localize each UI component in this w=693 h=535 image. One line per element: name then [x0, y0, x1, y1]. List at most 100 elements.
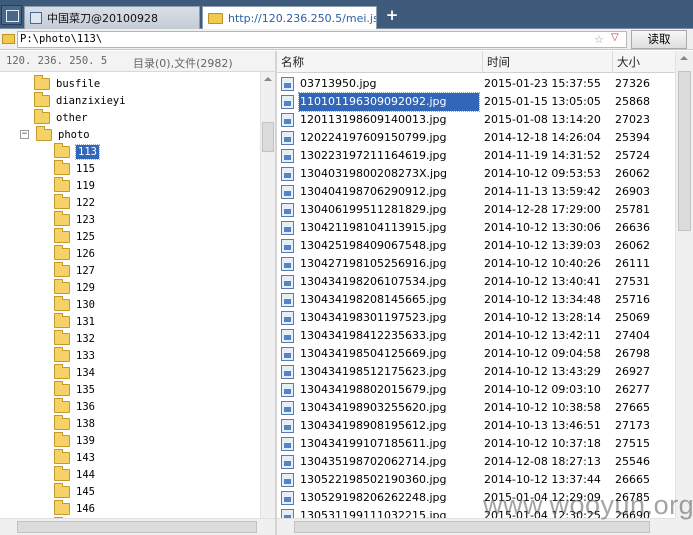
- tree-horizontal-scrollbar[interactable]: [0, 518, 275, 535]
- file-row[interactable]: 130434198504125669.jpg 2014-10-12 09:04:5…: [277, 345, 675, 363]
- file-size: 25868: [615, 95, 650, 108]
- tree-item[interactable]: 144: [54, 465, 95, 483]
- file-name: 13040319800208273X.jpg: [300, 167, 448, 180]
- file-time: 2014-10-12 13:43:29: [484, 365, 601, 378]
- path-input[interactable]: P:\photo\113\: [17, 31, 627, 48]
- file-row[interactable]: 130434198908195612.jpg 2014-10-13 13:46:5…: [277, 417, 675, 435]
- tree-item[interactable]: 135: [54, 380, 95, 398]
- tree-item[interactable]: other: [34, 108, 88, 126]
- tree-item-label: photo: [58, 128, 90, 141]
- tab-caidao[interactable]: 中国菜刀@20100928: [24, 6, 200, 29]
- file-size: 25724: [615, 149, 650, 162]
- tree-item[interactable]: 125: [54, 227, 95, 245]
- folder-icon: [36, 125, 52, 141]
- new-tab-icon[interactable]: +: [384, 6, 400, 24]
- collapse-icon[interactable]: −: [20, 130, 29, 139]
- file-time: 2014-10-12 13:39:03: [484, 239, 601, 252]
- tree-item[interactable]: 143: [54, 448, 95, 466]
- tree-item[interactable]: 113: [54, 142, 100, 160]
- file-row[interactable]: 130434198301197523.jpg 2014-10-12 13:28:1…: [277, 309, 675, 327]
- file-size: 26277: [615, 383, 650, 396]
- tree-item[interactable]: 134: [54, 363, 95, 381]
- file-row[interactable]: 130434198412235633.jpg 2014-10-12 13:42:1…: [277, 327, 675, 345]
- tree-item[interactable]: 131: [54, 312, 95, 330]
- column-header-name[interactable]: 名称: [277, 51, 483, 73]
- image-file-icon: [281, 149, 294, 163]
- tree-item[interactable]: 139: [54, 431, 95, 449]
- file-name: 130425198409067548.jpg: [300, 239, 447, 252]
- tree-item[interactable]: 126: [54, 244, 95, 262]
- tree-item[interactable]: 146: [54, 499, 95, 517]
- file-row[interactable]: 130434198208145665.jpg 2014-10-12 13:34:4…: [277, 291, 675, 309]
- file-name: 130435198702062714.jpg: [300, 455, 447, 468]
- file-row[interactable]: 130434198512175623.jpg 2014-10-12 13:43:2…: [277, 363, 675, 381]
- tree-item[interactable]: 127: [54, 261, 95, 279]
- scroll-thumb[interactable]: [17, 521, 257, 533]
- file-row[interactable]: 130522198502190360.jpg 2014-10-12 13:37:4…: [277, 471, 675, 489]
- star-icon[interactable]: ☆: [594, 33, 604, 46]
- tree-item[interactable]: 132: [54, 329, 95, 347]
- folder-icon: [54, 312, 70, 328]
- tree-item-label: 136: [76, 400, 95, 413]
- tree-header: 120. 236. 250. 5 目录(0),文件(2982): [0, 51, 275, 72]
- tree-vertical-scrollbar[interactable]: [260, 72, 275, 530]
- page-icon: [30, 12, 42, 24]
- image-file-icon: [281, 491, 294, 505]
- file-row[interactable]: 130421198104113915.jpg 2014-10-12 13:30:0…: [277, 219, 675, 237]
- file-row[interactable]: 120113198609140013.jpg 2015-01-08 13:14:2…: [277, 111, 675, 129]
- folder-icon: [54, 499, 70, 515]
- file-row[interactable]: 130434198206107534.jpg 2014-10-12 13:40:4…: [277, 273, 675, 291]
- window-menu-icon[interactable]: [1, 5, 22, 25]
- scroll-thumb[interactable]: [262, 122, 274, 152]
- file-row[interactable]: 130427198105256916.jpg 2014-10-12 10:40:2…: [277, 255, 675, 273]
- scroll-up-icon[interactable]: [680, 56, 688, 60]
- image-file-icon: [281, 419, 294, 433]
- tree-item[interactable]: dianzixieyi: [34, 91, 126, 109]
- tree-item-label: 122: [76, 196, 95, 209]
- tree-item[interactable]: 138: [54, 414, 95, 432]
- file-list-vertical-scrollbar[interactable]: [675, 51, 693, 518]
- scroll-thumb[interactable]: [294, 521, 650, 533]
- file-size: 25069: [615, 311, 650, 324]
- tree-item[interactable]: 122: [54, 193, 95, 211]
- file-row[interactable]: 130434199107185611.jpg 2014-10-12 10:37:1…: [277, 435, 675, 453]
- file-row[interactable]: 130531199111032215.jpg 2015-01-04 12:30:2…: [277, 507, 675, 518]
- folder-icon: [34, 108, 50, 124]
- file-list-horizontal-scrollbar[interactable]: [277, 518, 675, 535]
- file-row[interactable]: 130529198206262248.jpg 2015-01-04 12:29:0…: [277, 489, 675, 507]
- tree-item-label: 119: [76, 179, 95, 192]
- file-row[interactable]: 120224197609150799.jpg 2014-12-18 14:26:0…: [277, 129, 675, 147]
- scroll-thumb[interactable]: [678, 71, 691, 231]
- file-row[interactable]: 130434198802015679.jpg 2014-10-12 09:03:1…: [277, 381, 675, 399]
- read-button[interactable]: 读取: [631, 30, 687, 49]
- tree-item[interactable]: 119: [54, 176, 95, 194]
- folder-icon: [54, 210, 70, 226]
- file-name: 120113198609140013.jpg: [300, 113, 447, 126]
- file-row[interactable]: 03713950.jpg 2015-01-23 15:37:55 27326: [277, 75, 675, 93]
- file-row[interactable]: 130404198706290912.jpg 2014-11-13 13:59:4…: [277, 183, 675, 201]
- tree-item[interactable]: 129: [54, 278, 95, 296]
- file-row[interactable]: 110101196309092092.jpg 2015-01-15 13:05:0…: [277, 92, 675, 112]
- tree-item[interactable]: − photo: [20, 125, 90, 143]
- tree-item[interactable]: 133: [54, 346, 95, 364]
- file-name: 130427198105256916.jpg: [300, 257, 447, 270]
- file-row[interactable]: 13040319800208273X.jpg 2014-10-12 09:53:5…: [277, 165, 675, 183]
- file-row[interactable]: 130434198903255620.jpg 2014-10-12 10:38:5…: [277, 399, 675, 417]
- dropdown-arrow-icon[interactable]: ▽: [611, 32, 619, 43]
- file-time: 2014-10-12 10:37:18: [484, 437, 601, 450]
- file-row[interactable]: 130406199511281829.jpg 2014-12-28 17:29:0…: [277, 201, 675, 219]
- tree-item[interactable]: 145: [54, 482, 95, 500]
- file-row[interactable]: 130223197211164619.jpg 2014-11-19 14:31:5…: [277, 147, 675, 165]
- file-row[interactable]: 130435198702062714.jpg 2014-12-08 18:27:1…: [277, 453, 675, 471]
- tree-item[interactable]: 136: [54, 397, 95, 415]
- tree-item[interactable]: 123: [54, 210, 95, 228]
- column-header-time[interactable]: 时间: [483, 51, 613, 73]
- tab-shell-url[interactable]: http://120.236.250.5/mei.jsp: [202, 6, 377, 30]
- scroll-up-icon[interactable]: [264, 77, 272, 81]
- tree-item[interactable]: 130: [54, 295, 95, 313]
- column-header-size[interactable]: 大小: [613, 51, 675, 73]
- tree-item[interactable]: 115: [54, 159, 95, 177]
- file-row[interactable]: 130425198409067548.jpg 2014-10-12 13:39:0…: [277, 237, 675, 255]
- folder-icon: [54, 329, 70, 345]
- tree-item[interactable]: busfile: [34, 74, 100, 92]
